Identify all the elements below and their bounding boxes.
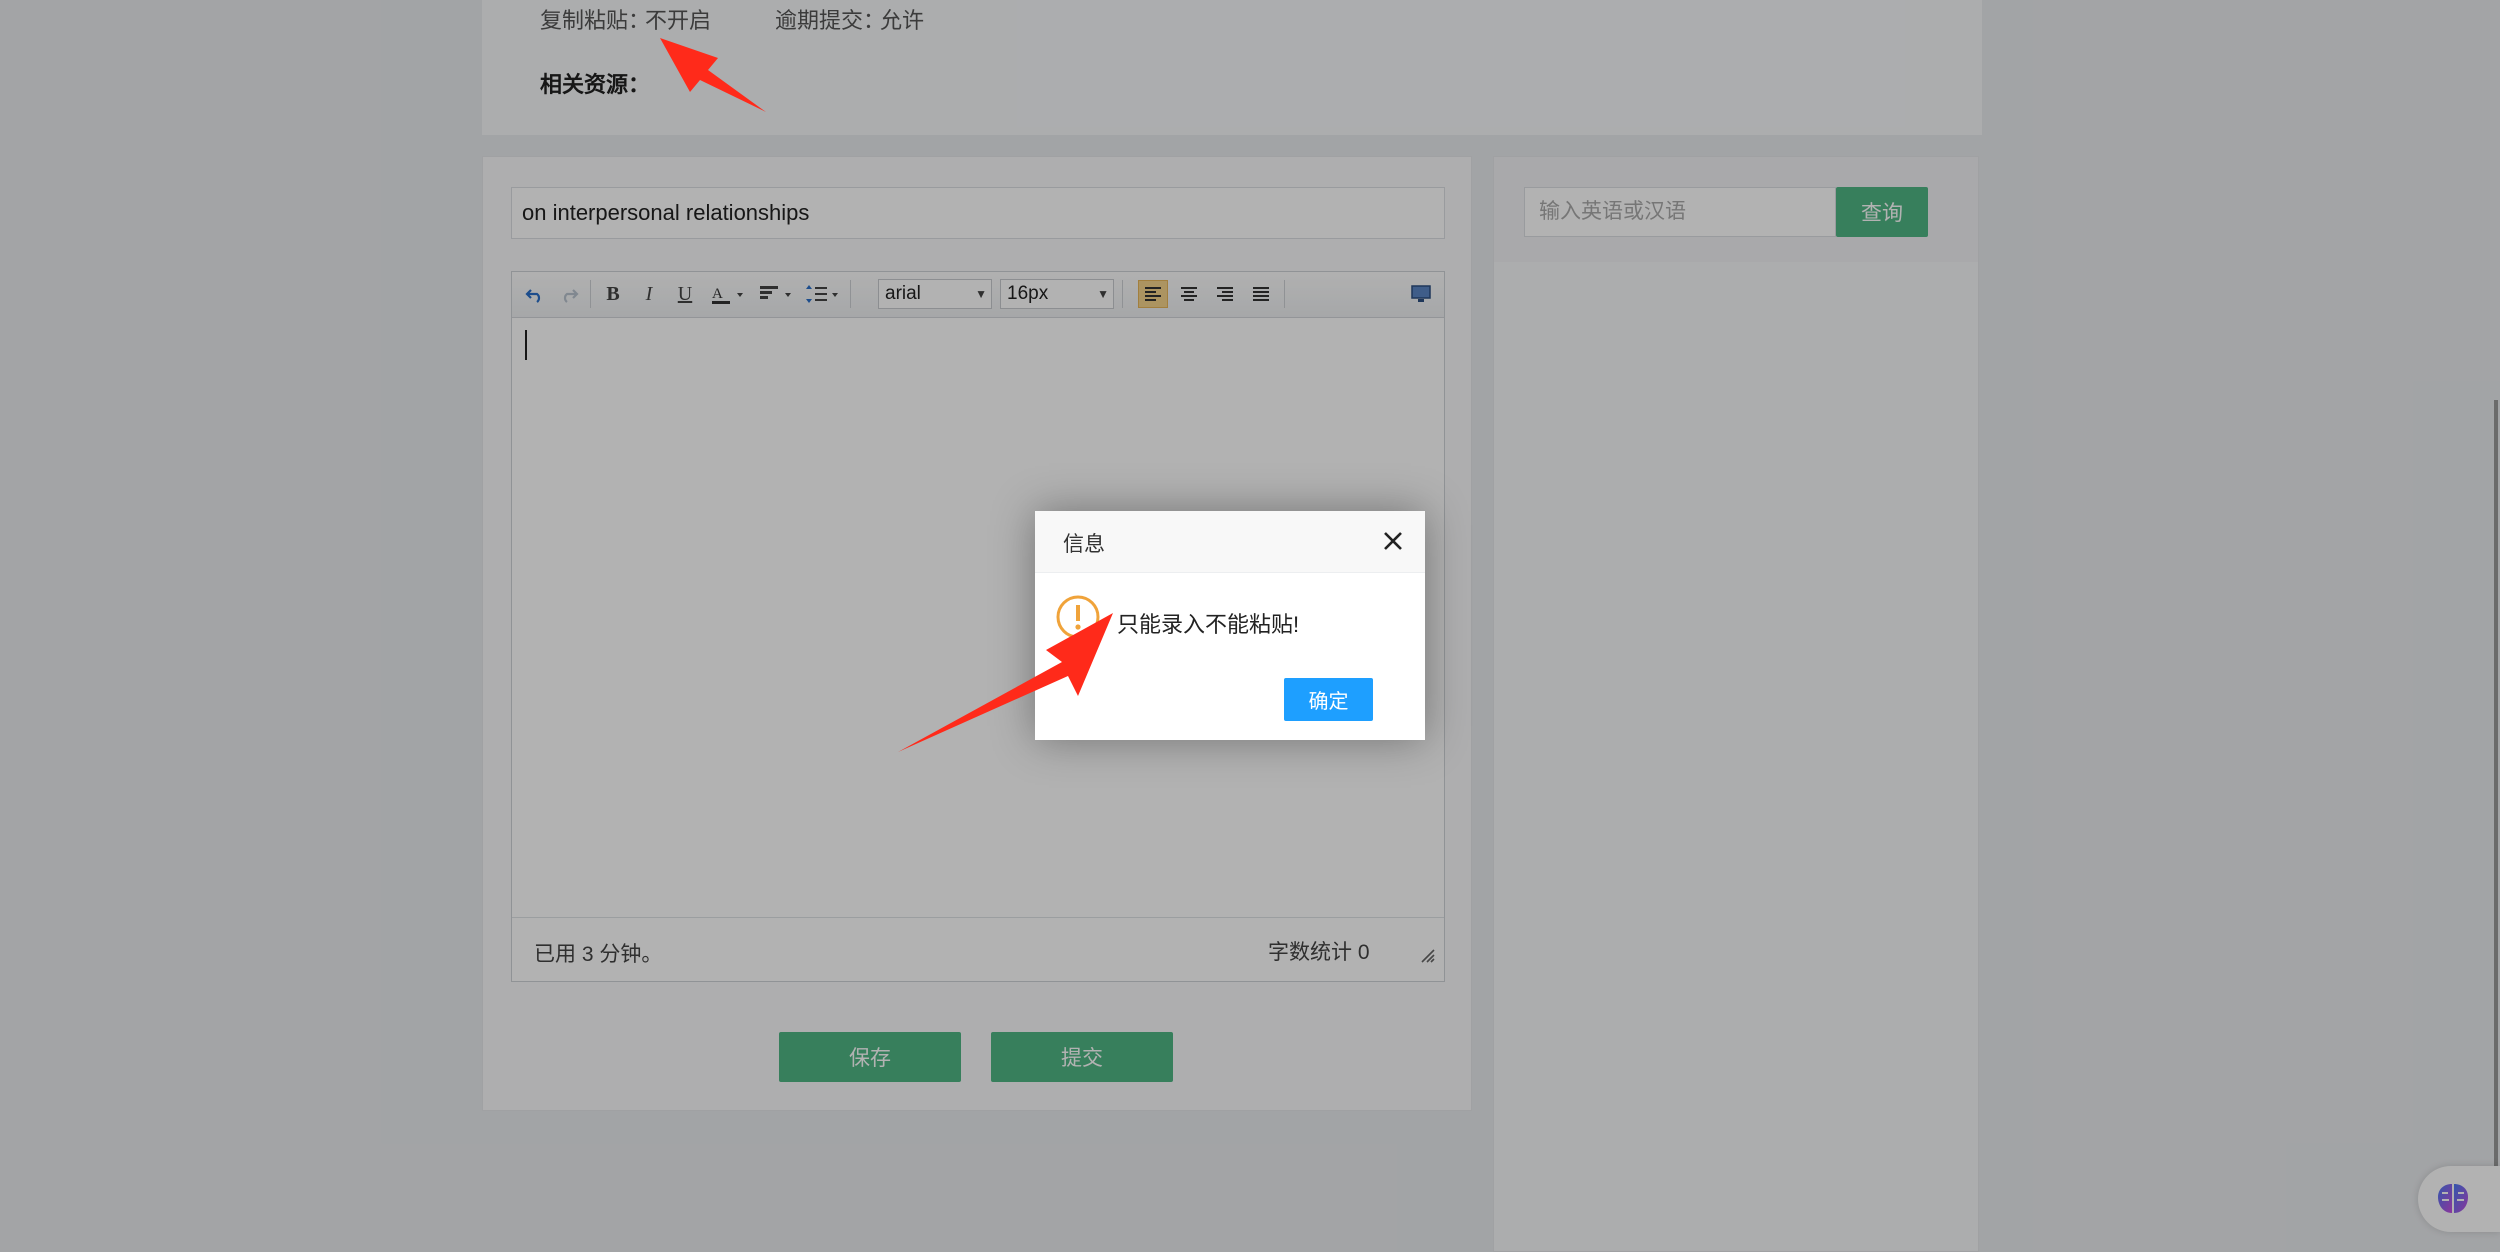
annotation-arrow-dialog	[898, 613, 1113, 752]
annotation-arrow-top	[660, 38, 766, 112]
annotation-arrows	[660, 38, 1113, 752]
